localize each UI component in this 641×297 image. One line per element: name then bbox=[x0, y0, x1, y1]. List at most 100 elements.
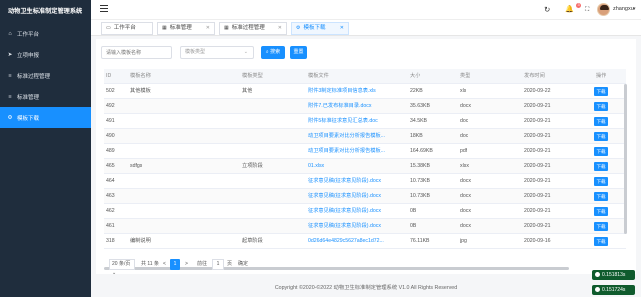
total-count: 共 11 条 bbox=[141, 261, 159, 267]
download-button[interactable]: 下载 bbox=[594, 162, 608, 171]
tab-workbench[interactable]: ▭ 工作平台 bbox=[101, 21, 153, 35]
sidebar-item-project-apply[interactable]: ➤ 立项申报 bbox=[0, 44, 91, 65]
cell-file[interactable]: 01.xlsx bbox=[308, 159, 406, 174]
fullscreen-icon[interactable]: ⛶ bbox=[585, 4, 589, 16]
prev-page-button[interactable]: < bbox=[163, 259, 166, 270]
search-button[interactable]: ⌕ 搜索 bbox=[261, 46, 285, 59]
col-header-size: 大小 bbox=[410, 73, 421, 79]
cell-date: 2020-09-21 bbox=[524, 148, 551, 154]
chevron-down-icon: ⌄ bbox=[243, 49, 248, 55]
next-page-button[interactable]: > bbox=[185, 259, 188, 270]
sidebar-item-workbench[interactable]: ⌂ 工作平台 bbox=[0, 23, 91, 44]
cell-name: 编制说明 bbox=[130, 238, 151, 244]
top-bar: ↻ 🔔 3 ⛶ zhangxu ▾ bbox=[91, 0, 641, 20]
avatar[interactable] bbox=[597, 3, 610, 16]
cell-file[interactable]: 征求意见稿(征求意见阶段).docx bbox=[308, 204, 406, 219]
cell-ext: pdf bbox=[460, 148, 468, 154]
perf-icon bbox=[595, 272, 600, 278]
cell-ext: docx bbox=[460, 178, 471, 184]
template-name-input[interactable] bbox=[101, 46, 172, 59]
cell-file[interactable]: 动卫项目要素对比分析报告模板... bbox=[308, 144, 406, 159]
cell-ext: docx bbox=[460, 193, 471, 199]
download-button[interactable]: 下载 bbox=[594, 102, 608, 111]
cell-file[interactable]: 征求意见稿(征求意见阶段).docx bbox=[308, 174, 406, 189]
sidebar-item-template-download[interactable]: ⚙ 模板下载 bbox=[0, 107, 91, 128]
table-row: 464 征求意见稿(征求意见阶段).docx 10.73KB docx 2020-09-… bbox=[104, 174, 626, 189]
cell-date: 2020-09-21 bbox=[524, 193, 551, 199]
cell-name: 其他模板 bbox=[130, 88, 151, 94]
tab-standard-manage[interactable]: ▦ 标准管理 ✕ bbox=[157, 21, 215, 35]
cell-id: 489 bbox=[106, 148, 115, 154]
list-icon: ≡ bbox=[8, 72, 12, 79]
cell-id: 318 bbox=[106, 238, 115, 244]
download-button[interactable]: 下载 bbox=[594, 117, 608, 126]
cell-file[interactable]: 动卫项目要素对比分析报告模板... bbox=[308, 129, 406, 144]
cell-file[interactable]: 附件3制定标准项目信息表.xls bbox=[308, 84, 406, 99]
sidebar: 动物卫生标准制定管理系统 ⌂ 工作平台 ➤ 立项申报 ≡ 标准过程管理 ≡ 标准… bbox=[0, 0, 91, 297]
cell-date: 2020-09-21 bbox=[524, 118, 551, 124]
download-button[interactable]: 下载 bbox=[594, 192, 608, 201]
cell-size: 15.38KB bbox=[410, 163, 430, 169]
page-size-select[interactable]: 20 条/页 ⌄ bbox=[109, 259, 135, 276]
cell-date: 2020-09-21 bbox=[524, 133, 551, 139]
cell-ext: jpg bbox=[460, 238, 467, 244]
download-button[interactable]: 下载 bbox=[594, 87, 608, 96]
cell-size: 18KB bbox=[410, 133, 423, 139]
cell-id: 461 bbox=[106, 223, 115, 229]
cell-file[interactable]: 征求意见稿(征求意见阶段).docx bbox=[308, 219, 406, 234]
download-button[interactable]: 下载 bbox=[594, 207, 608, 216]
refresh-icon[interactable]: ↻ bbox=[544, 4, 550, 16]
cell-date: 2020-09-16 bbox=[524, 238, 551, 244]
col-header-action: 操作 bbox=[596, 73, 607, 79]
tab-template-download[interactable]: ⚙ 模板下载 ✕ bbox=[291, 21, 349, 35]
cell-name: sdfgs bbox=[130, 163, 143, 169]
cell-ext: docx bbox=[460, 208, 471, 214]
perf-badge: 0.151813s bbox=[592, 270, 635, 280]
download-button[interactable]: 下载 bbox=[594, 132, 608, 141]
cell-type: 立项阶段 bbox=[242, 163, 263, 169]
sidebar-item-label: 立项申报 bbox=[17, 52, 40, 59]
page-number-current[interactable]: 1 bbox=[170, 259, 180, 270]
cell-file[interactable]: 附件7.已发布标准目录.docx bbox=[308, 99, 406, 114]
cell-size: 0B bbox=[410, 208, 417, 214]
chevron-down-icon[interactable]: ▾ bbox=[633, 6, 636, 12]
cell-size: 0B bbox=[410, 223, 417, 229]
template-type-select[interactable]: 模板类型 ⌄ bbox=[180, 46, 254, 59]
download-button[interactable]: 下载 bbox=[594, 177, 608, 186]
download-button[interactable]: 下载 bbox=[594, 147, 608, 156]
close-icon[interactable]: ✕ bbox=[206, 23, 210, 34]
close-icon[interactable]: ✕ bbox=[278, 23, 282, 34]
perf-badge: 0.151724s bbox=[592, 285, 635, 295]
reset-button-label: 重置 bbox=[293, 49, 304, 55]
sidebar-item-standard-manage[interactable]: ≡ 标准管理 bbox=[0, 86, 91, 107]
app-title: 动物卫生标准制定管理系统 bbox=[8, 8, 83, 15]
download-button[interactable]: 下载 bbox=[594, 222, 608, 231]
cell-id: 464 bbox=[106, 178, 115, 184]
close-icon[interactable]: ✕ bbox=[340, 23, 344, 34]
cell-id: 492 bbox=[106, 103, 115, 109]
table-row: 491 附件5标准征求意见汇总表.doc 34.5KB doc 2020-09-21 下载 bbox=[104, 114, 626, 129]
goto-page-input[interactable]: 1 bbox=[212, 259, 224, 270]
content-panel: 模板类型 ⌄ ⌕ 搜索 重置 ID 模板名称 模板类型 模板文件 大小 类型 发… bbox=[96, 39, 636, 276]
cell-ext: xls bbox=[460, 88, 467, 94]
goto-confirm-button[interactable]: 确定 bbox=[238, 259, 248, 270]
username[interactable]: zhangxu bbox=[613, 6, 634, 12]
sidebar-item-standard-process[interactable]: ≡ 标准过程管理 bbox=[0, 65, 91, 86]
reset-button[interactable]: 重置 bbox=[290, 46, 307, 59]
table-row: 492 附件7.已发布标准目录.docx 35.63KB docx 2020-09-21… bbox=[104, 99, 626, 114]
vertical-scrollbar[interactable] bbox=[624, 84, 627, 234]
bell-icon[interactable]: 🔔 bbox=[565, 4, 574, 16]
cell-id: 465 bbox=[106, 163, 115, 169]
page-suffix: 页 bbox=[227, 261, 233, 267]
download-button[interactable]: 下载 bbox=[594, 237, 608, 246]
cell-type: 其他 bbox=[242, 88, 253, 94]
table-icon: ▦ bbox=[224, 24, 229, 31]
cell-file[interactable]: 附件5标准征求意见汇总表.doc bbox=[308, 114, 406, 129]
cell-date: 2020-09-21 bbox=[524, 208, 551, 214]
cell-ext: docx bbox=[460, 103, 471, 109]
gear-icon: ⚙ bbox=[296, 24, 301, 31]
cell-file[interactable]: 0d26d64e4829c5627a8ec1d72... bbox=[308, 234, 406, 249]
tab-standard-process[interactable]: ▦ 标准过程管理 ✕ bbox=[219, 21, 287, 35]
menu-toggle-icon[interactable] bbox=[100, 5, 108, 12]
cell-file[interactable]: 征求意见稿(征求意见阶段).docx bbox=[308, 189, 406, 204]
